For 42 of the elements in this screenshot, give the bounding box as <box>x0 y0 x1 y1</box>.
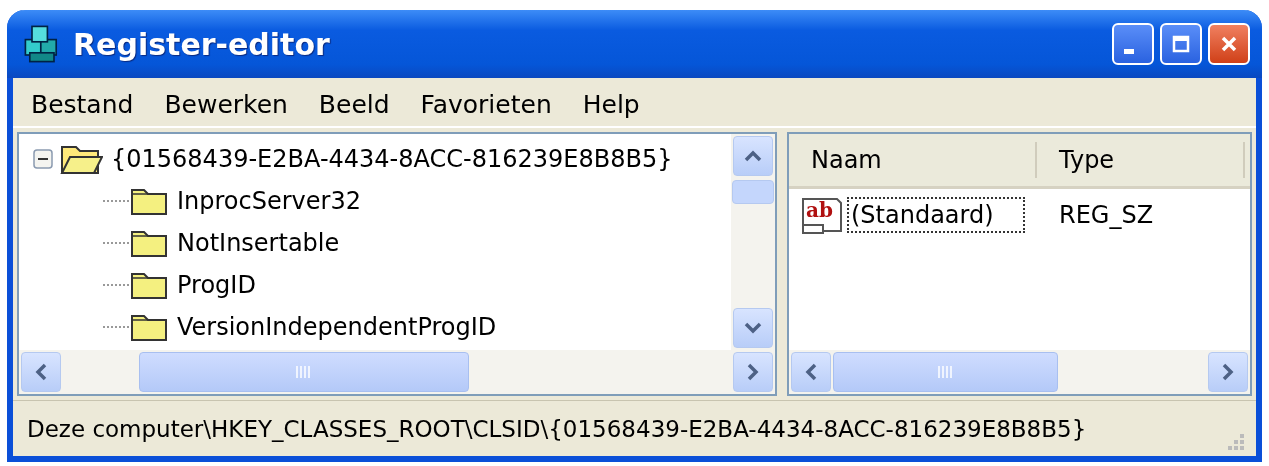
menu-item[interactable]: Beeld <box>318 89 390 119</box>
vertical-scrollbar[interactable] <box>731 134 775 350</box>
window-title: Register-editor <box>73 26 330 62</box>
scroll-left-button[interactable] <box>21 352 61 392</box>
menu-item[interactable]: Bestand <box>31 89 134 119</box>
minimize-button[interactable] <box>1112 23 1154 65</box>
value-name[interactable]: (Standaard) <box>847 197 1025 233</box>
scroll-right-button[interactable] <box>1208 352 1248 392</box>
tree-item[interactable]: InprocServer32 <box>175 187 363 215</box>
scroll-down-button[interactable] <box>733 308 773 348</box>
tree-item[interactable]: {01568439-E2BA-4434-8ACC-816239E8B8B5} <box>109 145 675 173</box>
chevron-left-icon <box>34 362 48 382</box>
scroll-up-button[interactable] <box>733 136 773 176</box>
value-type: REG_SZ <box>1058 201 1154 229</box>
string-value-icon: ab <box>801 195 843 235</box>
scroll-thumb[interactable] <box>833 352 1058 392</box>
minimize-icon <box>1124 48 1134 54</box>
tree-item[interactable]: NotInsertable <box>175 229 342 257</box>
horizontal-scrollbar[interactable] <box>789 350 1250 394</box>
column-header[interactable]: Type <box>1037 142 1245 178</box>
maximize-icon <box>1171 34 1191 54</box>
scroll-right-button[interactable] <box>733 352 773 392</box>
collapse-icon[interactable] <box>33 149 53 169</box>
status-path: Deze computer\HKEY_CLASSES_ROOT\CLSID\{01568439-E2BA-4434-8ACC-816239E8B8B5} <box>27 415 1087 442</box>
close-icon <box>1219 34 1239 54</box>
scroll-left-button[interactable] <box>791 352 831 392</box>
chevron-right-icon <box>1221 362 1235 382</box>
close-button[interactable] <box>1208 23 1250 65</box>
chevron-right-icon <box>746 362 760 382</box>
scroll-thumb[interactable] <box>139 352 469 392</box>
chevron-up-icon <box>743 149 763 163</box>
chevron-down-icon <box>743 321 763 335</box>
scroll-thumb[interactable] <box>732 180 774 204</box>
horizontal-scrollbar[interactable] <box>19 350 775 394</box>
maximize-button[interactable] <box>1160 23 1202 65</box>
menu-item[interactable]: Help <box>582 89 640 119</box>
menu-item[interactable]: Bewerken <box>164 89 288 119</box>
chevron-left-icon <box>804 362 818 382</box>
tree-item[interactable]: ProgID <box>175 271 258 299</box>
column-header[interactable]: Naam <box>789 142 1037 178</box>
tree-item[interactable]: VersionIndependentProgID <box>175 313 499 341</box>
menu-item[interactable]: Favorieten <box>420 89 552 119</box>
